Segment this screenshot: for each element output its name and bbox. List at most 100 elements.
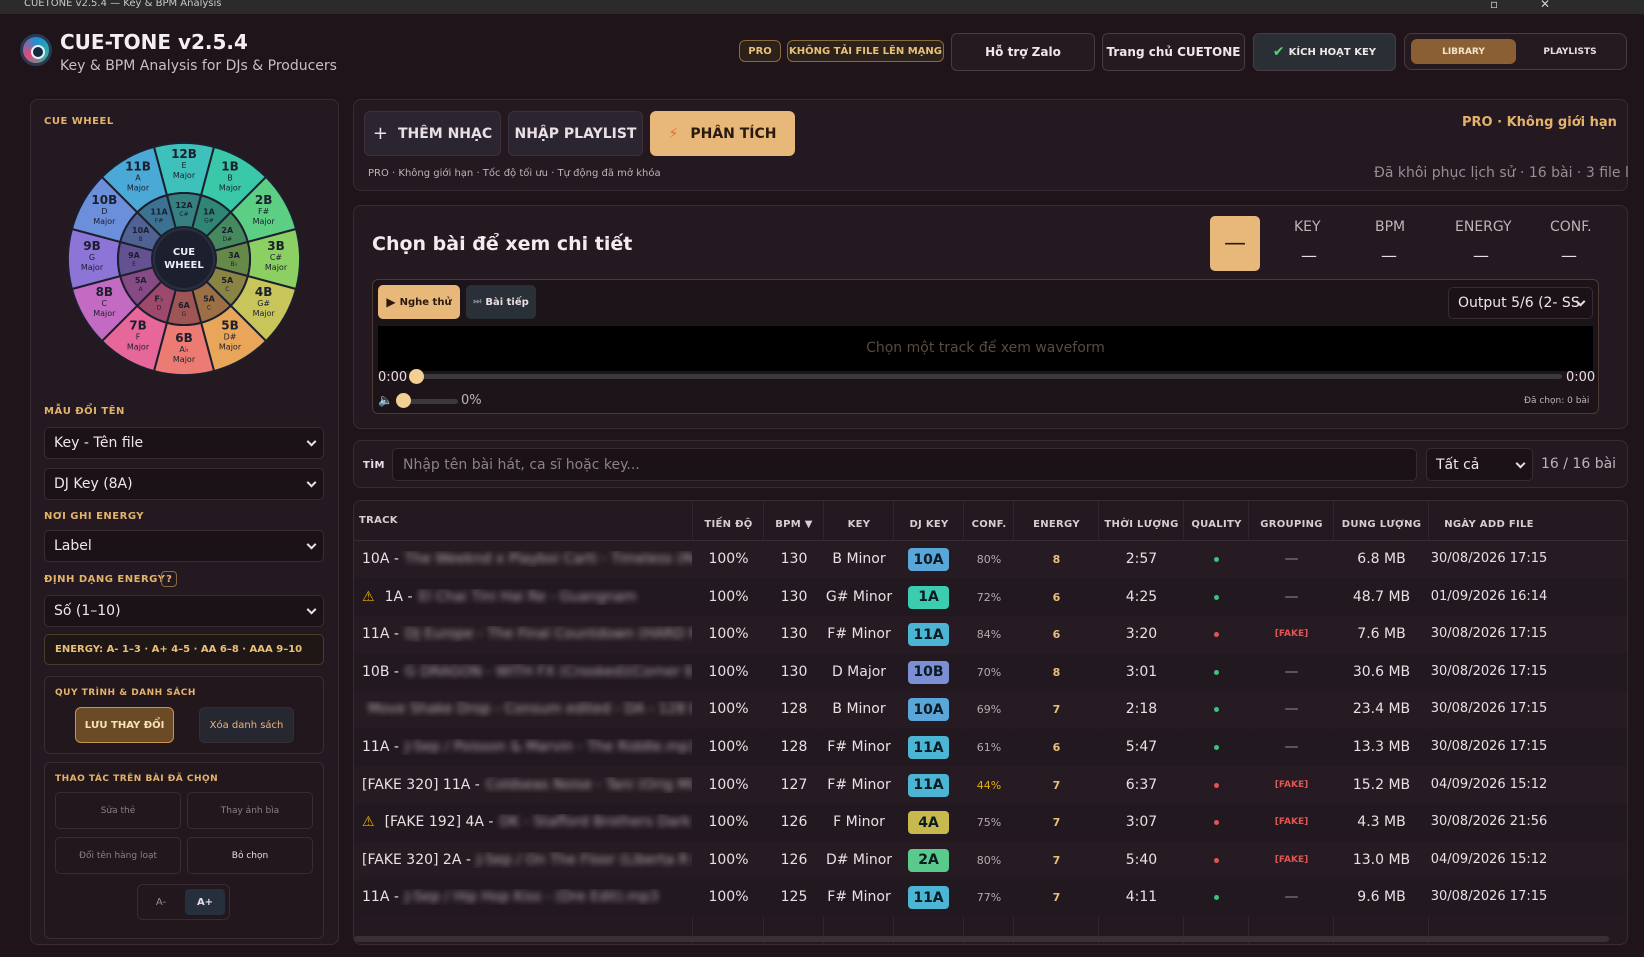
seek-handle[interactable] <box>409 369 424 384</box>
wheel-inner-code-1: 1A <box>203 208 216 217</box>
wheel-code-10: 10B <box>91 193 117 207</box>
column-header-date[interactable]: NGÀY ADD FILE <box>1429 519 1549 530</box>
tab-playlists[interactable]: PLAYLISTS <box>1519 39 1621 64</box>
track-key-prefix: 11A - <box>362 889 399 906</box>
filter-select[interactable]: Tất cả <box>1426 448 1533 481</box>
chevron-down-icon <box>306 477 317 488</box>
energy-format-select[interactable]: Số (1–10) <box>44 595 324 627</box>
column-header-energy[interactable]: ENERGY <box>1014 519 1099 530</box>
warning-icon: ⚠ <box>362 588 375 605</box>
cuetone-home-button[interactable]: Trang chủ CUETONE <box>1102 33 1245 71</box>
import-playlist-button[interactable]: NHẬP PLAYLIST <box>508 111 643 156</box>
table-row[interactable]: ⚠ 1A - El Chai Tini Hai Re - Guangnam 100% 1… <box>354 578 1627 616</box>
dj-key-badge: 11A <box>908 773 949 797</box>
table-row[interactable]: 10A - The Weeknd x Playboi Carti - Timele… <box>354 541 1627 578</box>
column-header-djkey[interactable]: DJ KEY <box>894 519 964 530</box>
deselect-button[interactable]: Bỏ chọn <box>187 837 313 874</box>
table-row[interactable]: [FAKE 320] 2A - J-Sep / On The Floor (Lib… <box>354 841 1627 879</box>
wheel-center-line2: WHEEL <box>164 260 204 271</box>
track-name: Move Shake Drop - Consum edited - DA - 1… <box>368 701 692 718</box>
close-icon[interactable]: ✕ <box>1540 0 1550 10</box>
table-row[interactable]: ⚠ [FAKE 192] 4A - DK - Stafford Brothers D… <box>354 804 1627 842</box>
change-cover-button[interactable]: Thay ảnh bìa <box>187 792 313 829</box>
bpm-value: — <box>1381 246 1397 265</box>
key-format-select[interactable]: DJ Key (8A) <box>44 468 324 500</box>
wheel-inner-note-9: E <box>132 261 136 268</box>
font-increase-button[interactable]: A+ <box>185 889 225 915</box>
next-track-button[interactable]: ⏭ Bài tiếp <box>466 285 536 319</box>
no-upload-badge: KHÔNG TẢI FILE LÊN MẠNG <box>787 40 944 62</box>
track-cell: 10B - G DRAGON - WITH FX (Crooked)(Corner… <box>362 664 692 680</box>
zalo-support-button[interactable]: Hỗ trợ Zalo <box>951 33 1095 71</box>
file-size-cell: 6.8 MB <box>1357 551 1406 567</box>
energy-cell: 8 <box>1052 553 1061 566</box>
cue-wheel[interactable]: 12BEMajor1BBMajor2BF#Major3BC#Major4BG#M… <box>66 141 302 377</box>
table-row[interactable]: Move Shake Drop - Consum edited - DA - 1… <box>354 691 1627 729</box>
bpm-cell: 130 <box>780 626 808 643</box>
conf-cell: 61% <box>976 741 1002 754</box>
wheel-code-3: 3B <box>267 239 285 253</box>
chevron-down-icon <box>306 436 317 447</box>
wheel-inner-note-1: G# <box>204 218 214 225</box>
edit-tag-button[interactable]: Sửa thẻ <box>55 792 181 829</box>
font-decrease-button[interactable]: A- <box>142 889 180 915</box>
track-key-prefix: 10A - <box>362 551 399 567</box>
tab-library[interactable]: LIBRARY <box>1411 39 1516 64</box>
wheel-code-5: 5B <box>221 319 239 333</box>
analyze-button[interactable]: ⚡ PHÂN TÍCH <box>650 111 795 156</box>
rename-pattern-label: MẪU ĐỔI TÊN <box>44 406 125 417</box>
duration-cell: 3:20 <box>1125 626 1158 643</box>
duration-cell: 2:57 <box>1125 551 1158 567</box>
activate-key-button[interactable]: ✔ KÍCH HOẠT KEY <box>1253 33 1396 71</box>
column-header-duration[interactable]: THỜI LƯỢNG <box>1099 519 1184 530</box>
table-row[interactable]: [FAKE 320] 11A - Coldseas Noise - Tani (O… <box>354 766 1627 804</box>
seek-bar[interactable] <box>412 374 1562 379</box>
wheel-mode-9: Major <box>81 263 104 272</box>
table-row[interactable]: 11A - J-Sep / Hip Hop Kiss - (Dre Edit).m… <box>354 879 1627 917</box>
table-header: TRACK TIẾN ĐỘ BPM ▼ KEY DJ KEY CONF. ENERGY THỜ… <box>354 501 1627 944</box>
batch-rename-button[interactable]: Đổi tên hàng loạt <box>55 837 181 874</box>
add-music-button[interactable]: + THÊM NHẠC <box>364 111 501 156</box>
bpm-cell: 130 <box>780 551 808 567</box>
horizontal-scrollbar[interactable] <box>354 936 1609 942</box>
save-changes-button[interactable]: LƯU THAY ĐỔI <box>75 707 174 743</box>
search-input[interactable]: Nhập tên bài hát, ca sĩ hoặc key... <box>392 448 1417 481</box>
column-header-key[interactable]: KEY <box>824 519 894 530</box>
conf-cell: 70% <box>976 665 1002 679</box>
maximize-icon[interactable]: ▫ <box>1490 0 1498 10</box>
table-row[interactable]: 11A - J-Sep / Poisson & Marvin - The Ridd… <box>354 729 1627 766</box>
wheel-inner-note-5: C <box>207 304 211 311</box>
column-header-bpm[interactable]: BPM ▼ <box>764 519 824 530</box>
pro-info-text: PRO · Không giới hạn · Tốc độ tối ưu · T… <box>368 168 661 179</box>
cover-placeholder: — <box>1210 216 1260 271</box>
quality-indicator <box>1214 632 1219 638</box>
file-size-cell: 4.3 MB <box>1357 814 1406 831</box>
column-header-quality[interactable]: QUALITY <box>1184 519 1249 530</box>
energy-target-select[interactable]: Label <box>44 530 324 562</box>
bpm-cell: 128 <box>780 739 808 755</box>
column-header-conf[interactable]: CONF. <box>964 519 1014 530</box>
column-header-track[interactable]: TRACK <box>359 515 694 526</box>
help-icon[interactable]: ? <box>161 571 177 587</box>
table-row[interactable]: 11A - DJ Europe - The Final Countdown (HA… <box>354 616 1627 654</box>
preview-button[interactable]: ▶ Nghe thử <box>378 285 460 319</box>
wheel-inner-note-2: D# <box>222 236 232 243</box>
clear-list-button[interactable]: Xóa danh sách <box>199 707 294 743</box>
column-header-size[interactable]: DUNG LƯỢNG <box>1334 519 1429 530</box>
table-row[interactable]: 10B - G DRAGON - WITH FX (Crooked)(Corner… <box>354 653 1627 691</box>
wheel-center <box>153 228 215 290</box>
file-size-cell: 13.3 MB <box>1352 739 1411 755</box>
column-header-progress[interactable]: TIẾN ĐỘ <box>693 519 764 530</box>
output-select[interactable]: Output 5/6 (2- SS <box>1448 287 1593 319</box>
progress-cell: 100% <box>708 776 749 793</box>
duration-cell: 6:37 <box>1125 776 1158 793</box>
track-cell: ⚠ [FAKE 192] 4A - DK - Stafford Brothers D… <box>362 814 692 830</box>
column-header-grouping[interactable]: GROUPING <box>1249 519 1334 530</box>
volume-handle[interactable] <box>396 393 411 408</box>
volume-icon[interactable]: 🔈 <box>378 393 393 407</box>
wheel-inner-code-10: 10A <box>132 226 150 235</box>
bpm-cell: 127 <box>780 776 808 793</box>
key-value: — <box>1301 246 1317 265</box>
rename-pattern-select[interactable]: Key - Tên file <box>44 427 324 459</box>
track-name: DK - Stafford Brothers Dark Ne… <box>499 814 692 831</box>
